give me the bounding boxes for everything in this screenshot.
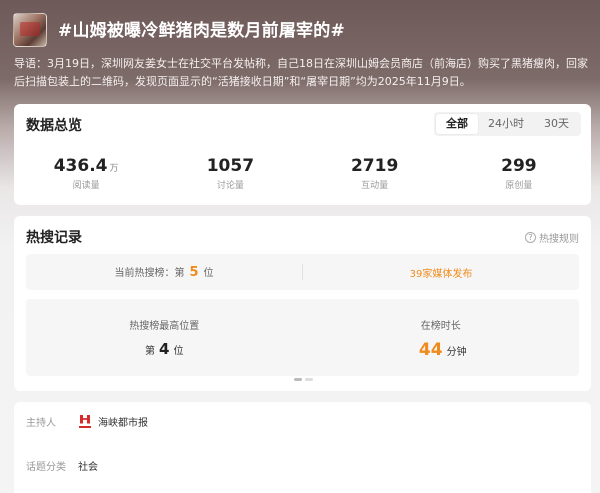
list-duration-value: 44 [418,340,443,360]
time-range-tabs: 全部 24小时 30天 [434,112,581,136]
stat-originals-label: 原创量 [505,181,533,191]
hot-search-rules-label: 热搜规则 [539,234,579,245]
topic-info-card: 主持人 海峡都市报 话题分类 社会 [14,402,591,493]
host-value[interactable]: 海峡都市报 [98,414,148,429]
stats-row: 436.4 万 阅读量 1057 讨论量 2719 互动量 299 原创量 [14,156,591,191]
current-rank-row: 当前热搜榜：第 5 位 39家媒体发布 [26,254,579,290]
current-rank-suffix: 位 [203,268,214,279]
stat-discussions: 1057 讨论量 [158,156,302,191]
hot-search-rules-link[interactable]: ? 热搜规则 [525,230,579,245]
topic-lead: 导语：3月19日，深圳网友姜女士在社交平台发帖称，自己18日在深圳山姆会员商店（… [14,57,588,88]
category-label: 话题分类 [26,462,66,473]
stat-discussions-value: 1057 [206,156,255,176]
stat-originals-value: 299 [501,156,537,176]
overview-title: 数据总览 [26,118,82,134]
list-duration-label: 在榜时长 [420,321,461,332]
topic-thumbnail [13,13,47,47]
tab-all[interactable]: 全部 [436,114,478,134]
overview-card: 数据总览 全部 24小时 30天 436.4 万 阅读量 1057 讨论量 271… [14,104,591,205]
topic-title: #山姆被曝冷鲜猪肉是数月前屠宰的# [58,21,345,41]
hot-search-card: 热搜记录 ? 热搜规则 当前热搜榜：第 5 位 39家媒体发布 热搜榜最高位置 第4… [14,216,591,391]
peak-rank-suffix: 位 [173,346,184,357]
hot-search-title: 热搜记录 [26,230,82,246]
list-duration-unit: 分钟 [446,347,467,358]
host-row: 主持人 海峡都市报 [26,414,148,429]
host-label: 主持人 [26,418,56,429]
help-circle-icon: ? [525,232,536,243]
tab-24h[interactable]: 24小时 [478,114,534,134]
pager-dot[interactable] [305,378,313,381]
current-rank-label: 当前热搜榜：第 [114,268,185,279]
category-value[interactable]: 社会 [78,458,98,473]
stat-discussions-label: 讨论量 [216,181,244,191]
stat-reads-unit: 万 [109,164,119,174]
media-count-link[interactable]: 39家媒体发布 [410,269,473,280]
peak-rank-value: 4 [159,340,170,358]
stat-reads-value: 436.4 [53,156,108,176]
newspaper-logo-icon [78,415,92,429]
peak-rank-prefix: 第 [145,346,156,357]
stat-interactions-label: 互动量 [361,181,389,191]
list-duration: 在榜时长 44 分钟 [303,299,580,376]
peak-rank-label: 热搜榜最高位置 [129,321,200,332]
peak-rank: 热搜榜最高位置 第4位 [26,299,303,376]
current-rank-value: 5 [189,265,199,280]
carousel-pager[interactable] [294,378,313,381]
stat-interactions: 2719 互动量 [303,156,447,191]
stat-reads: 436.4 万 阅读量 [14,156,158,191]
stat-reads-label: 阅读量 [72,181,100,191]
current-rank: 当前热搜榜：第 5 位 [26,264,302,280]
pager-dot[interactable] [294,378,302,381]
stat-originals: 299 原创量 [447,156,591,191]
category-row: 话题分类 社会 [26,458,98,473]
peak-duration-row: 热搜榜最高位置 第4位 在榜时长 44 分钟 [26,299,579,376]
topic-header: #山姆被曝冷鲜猪肉是数月前屠宰的# 导语：3月19日，深圳网友姜女士在社交平台发… [0,0,600,100]
stat-interactions-value: 2719 [350,156,399,176]
tab-30d[interactable]: 30天 [534,114,579,134]
